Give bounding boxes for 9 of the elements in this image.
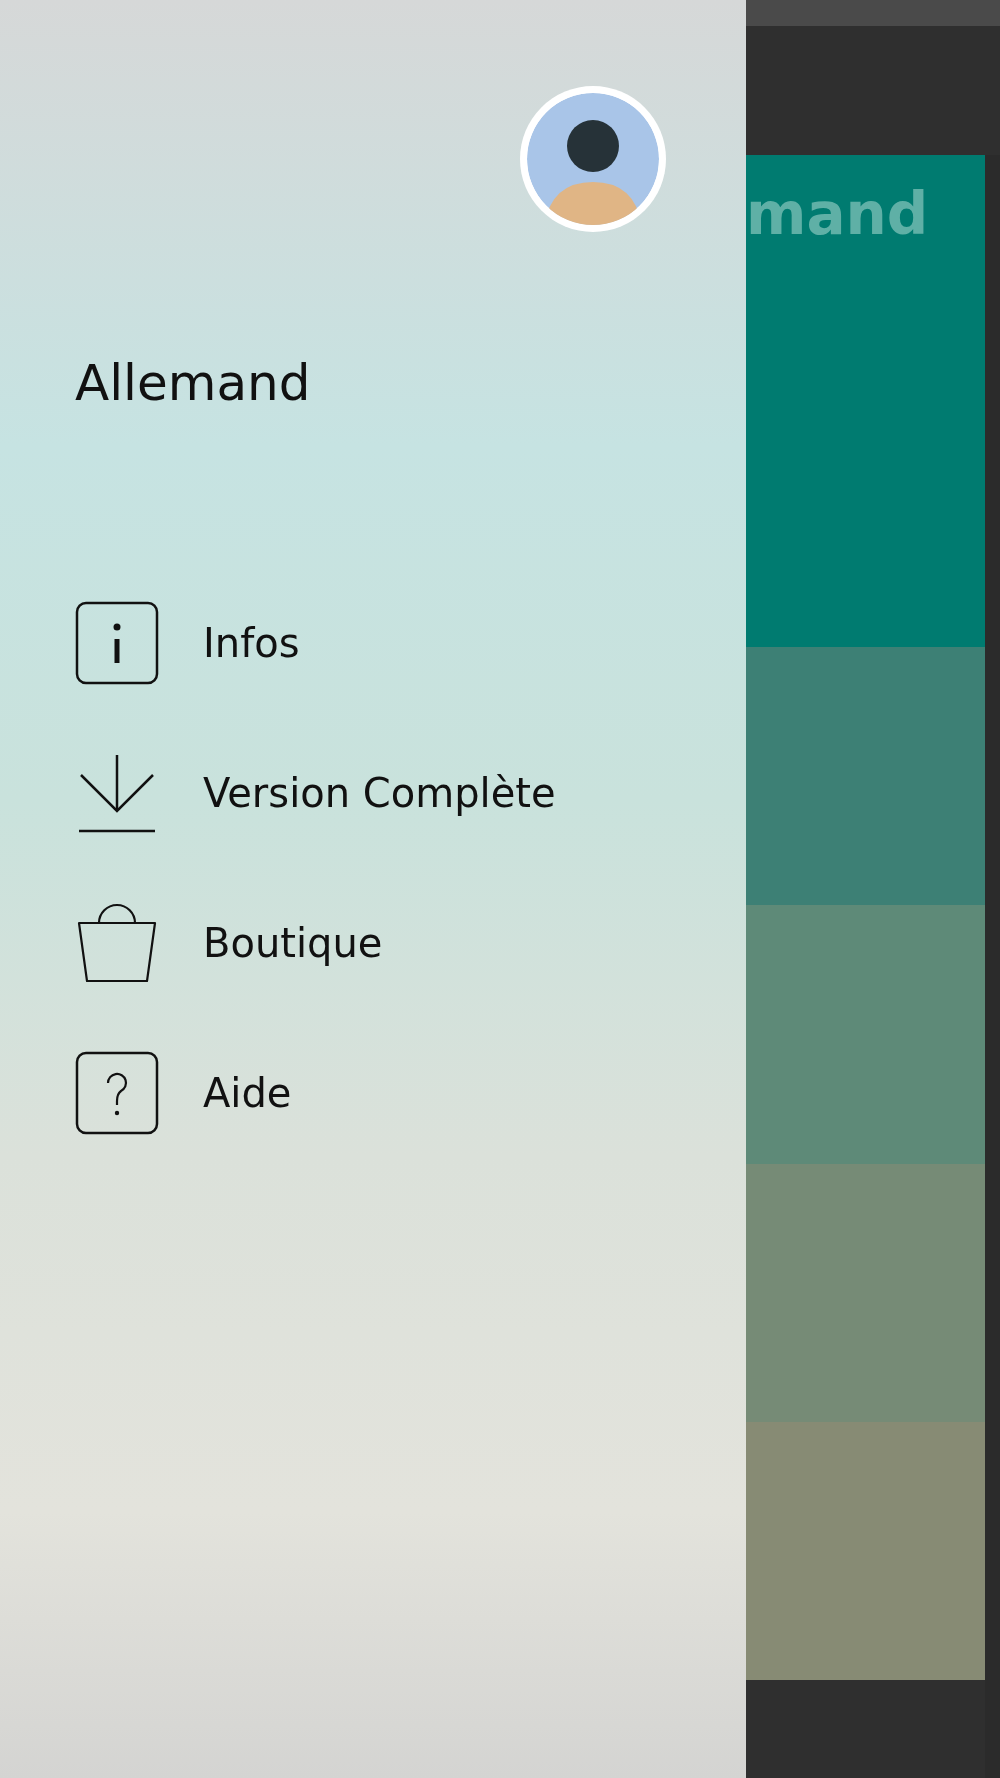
menu-item[interactable]: Infos: [75, 601, 746, 685]
header-title: mand: [746, 180, 929, 248]
menu-item[interactable]: Boutique: [75, 901, 746, 985]
shopping-bag-icon: [75, 901, 159, 985]
menu-item[interactable]: Aide: [75, 1051, 746, 1135]
info-icon: [75, 601, 159, 685]
help-icon: [75, 1051, 159, 1135]
menu-item[interactable]: Version Complète: [75, 751, 746, 835]
drawer-title: Allemand: [74, 353, 312, 414]
